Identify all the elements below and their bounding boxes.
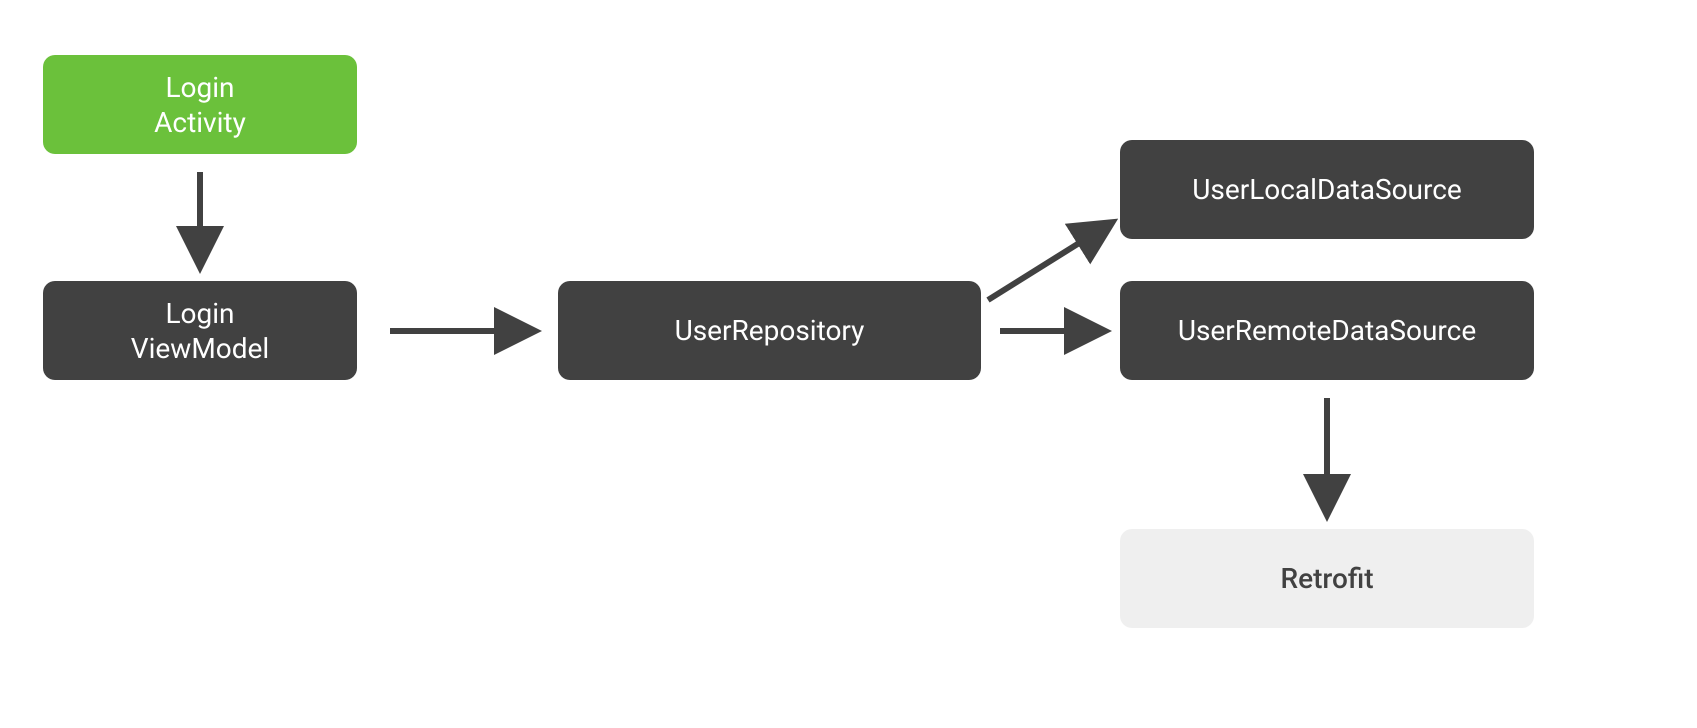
node-user-local-data-source: UserLocalDataSource: [1120, 140, 1534, 239]
node-label: UserRepository: [675, 313, 865, 348]
diagram-canvas: Login Activity Login ViewModel UserRepos…: [0, 0, 1697, 728]
node-label: UserRemoteDataSource: [1178, 313, 1476, 348]
node-label: UserLocalDataSource: [1192, 172, 1461, 207]
node-user-remote-data-source: UserRemoteDataSource: [1120, 281, 1534, 380]
arrow-repository-to-local: [988, 225, 1108, 300]
node-label: Retrofit: [1280, 561, 1373, 596]
node-login-activity: Login Activity: [43, 55, 357, 154]
node-login-viewmodel: Login ViewModel: [43, 281, 357, 380]
node-retrofit: Retrofit: [1120, 529, 1534, 628]
node-label: Login ViewModel: [131, 296, 269, 366]
node-label: Login Activity: [154, 70, 246, 140]
node-user-repository: UserRepository: [558, 281, 981, 380]
